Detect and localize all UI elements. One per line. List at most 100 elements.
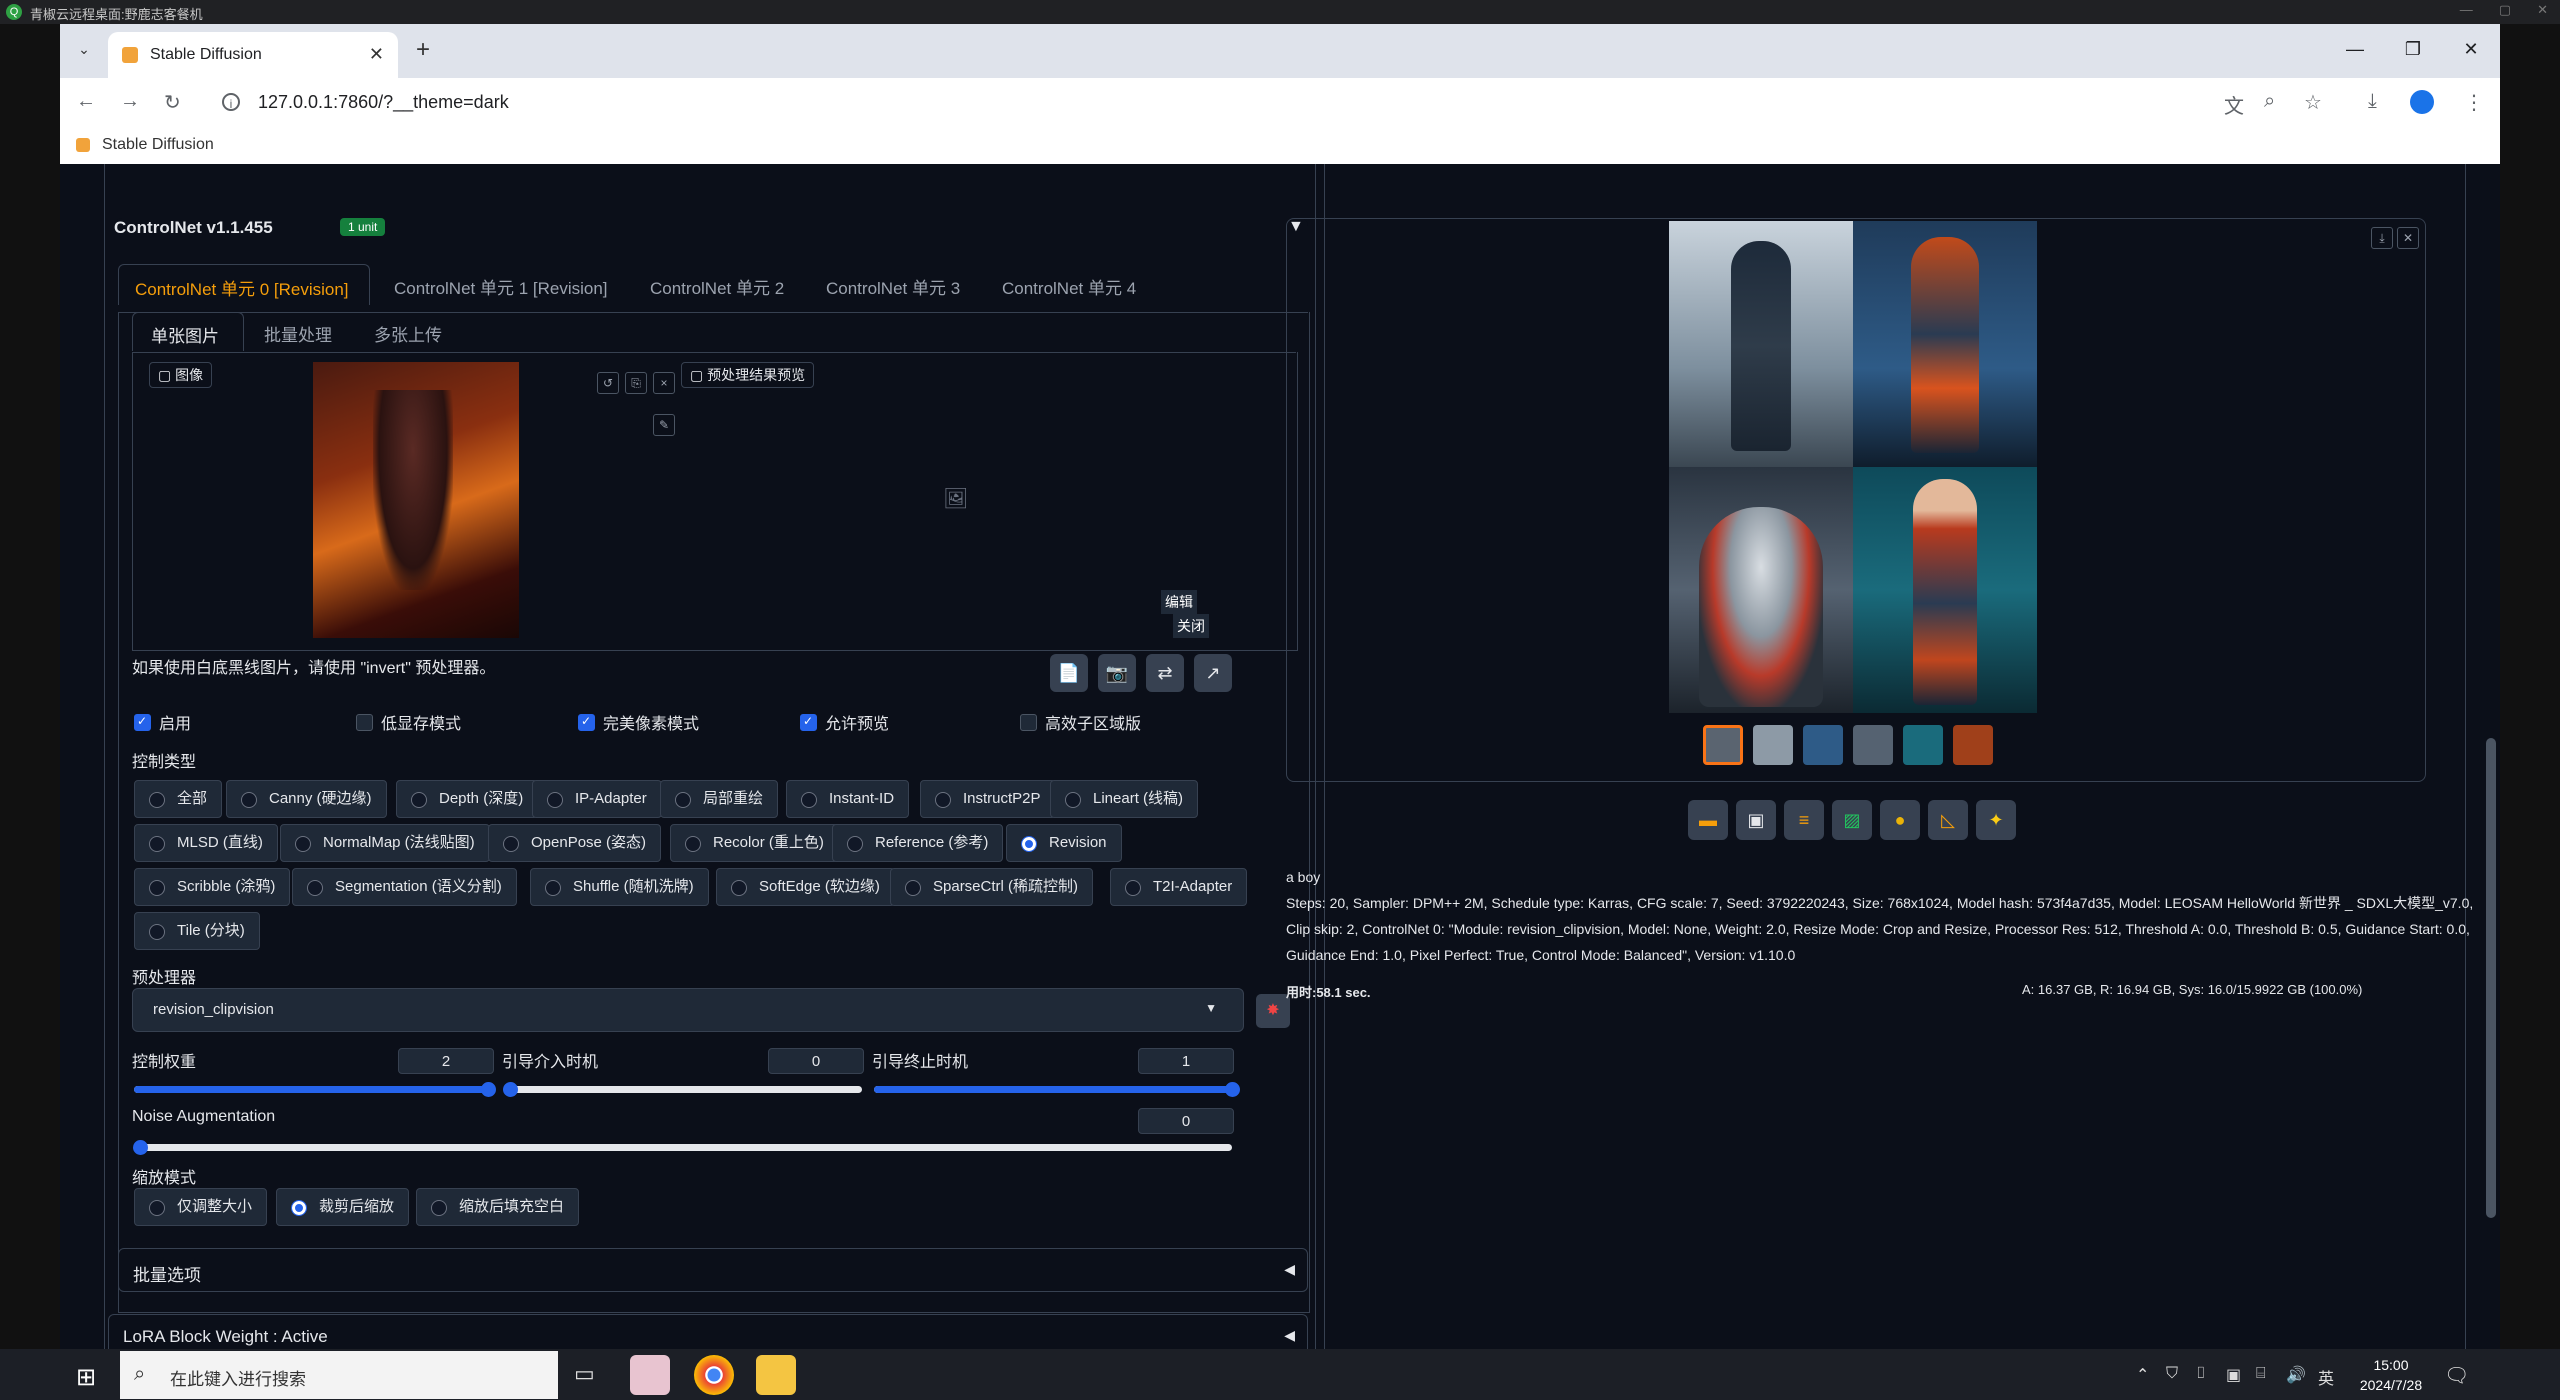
guidance-end-slider-thumb[interactable]: [1225, 1082, 1240, 1097]
control-weight-slider[interactable]: [134, 1082, 496, 1097]
profile-avatar-icon[interactable]: [2410, 90, 2434, 114]
page-scrollbar-thumb[interactable]: [2486, 738, 2496, 1218]
control-type-openpose[interactable]: OpenPose (姿态): [488, 824, 662, 862]
tray-chevron-icon[interactable]: ⌃: [2136, 1365, 2149, 1385]
tray-gpu-icon[interactable]: ▣: [2226, 1365, 2241, 1385]
download-icon[interactable]: ⤓: [2368, 90, 2377, 113]
control-weight-slider-thumb[interactable]: [481, 1082, 496, 1097]
anime-app-icon[interactable]: [630, 1355, 670, 1395]
bookmark-star-icon[interactable]: ☆: [2304, 90, 2322, 115]
tray-shield-icon[interactable]: ⛉: [2166, 1365, 2178, 1383]
control-type-inpaint[interactable]: 局部重绘: [660, 780, 779, 818]
edit-button[interactable]: 编辑: [1161, 590, 1197, 614]
batch-options-accordion[interactable]: 批量选项 ◀: [118, 1248, 1308, 1292]
control-type-shuffle[interactable]: Shuffle (随机洗牌): [530, 868, 709, 906]
site-info-icon[interactable]: i: [222, 93, 240, 111]
rd-minimize-button[interactable]: —: [2460, 2, 2473, 18]
bookmark-stable-diffusion[interactable]: Stable Diffusion: [102, 136, 214, 154]
control-weight-input[interactable]: 2: [398, 1048, 494, 1074]
webcam-icon[interactable]: 📷: [1098, 654, 1136, 692]
guidance-end-input[interactable]: 1: [1138, 1048, 1234, 1074]
windows-start-icon[interactable]: ⊞: [76, 1363, 96, 1392]
control-type-mlsd[interactable]: MLSD (直线): [134, 824, 278, 862]
output-grid-image[interactable]: [1669, 221, 2037, 713]
save-icon[interactable]: ▣: [1736, 800, 1776, 840]
taskbar-clock[interactable]: 15:00 2024/7/28: [2356, 1355, 2426, 1395]
file-explorer-icon[interactable]: [756, 1355, 796, 1395]
tab-unit-0[interactable]: ControlNet 单元 0 [Revision]: [118, 264, 370, 305]
gallery-close-icon[interactable]: ✕: [2397, 227, 2419, 249]
resize-mode-just-resize[interactable]: 仅调整大小: [134, 1188, 268, 1226]
edit-pen-icon[interactable]: ✎: [653, 414, 675, 436]
tab-close-button[interactable]: ✕: [369, 44, 384, 65]
page-scrollbar[interactable]: [2480, 164, 2500, 1349]
noise-augmentation-slider-thumb[interactable]: [133, 1140, 148, 1155]
back-arrow-icon[interactable]: ←: [76, 90, 96, 113]
control-type-ip-adapter[interactable]: IP-Adapter: [532, 780, 662, 818]
noise-augmentation-slider[interactable]: [133, 1140, 1232, 1155]
efficient-region-checkbox[interactable]: 高效子区域版: [1020, 710, 1141, 734]
tray-volume-icon[interactable]: 🔊: [2286, 1365, 2306, 1385]
new-canvas-icon[interactable]: 📄: [1050, 654, 1088, 692]
run-preprocessor-icon[interactable]: ✸: [1256, 994, 1290, 1028]
control-type-instructp2p[interactable]: InstructP2P: [920, 780, 1056, 818]
ruler-icon[interactable]: ◺: [1928, 800, 1968, 840]
control-type-revision[interactable]: Revision: [1006, 824, 1122, 862]
undo-icon[interactable]: ↺: [597, 372, 619, 394]
restore-button[interactable]: ❐: [2384, 24, 2442, 74]
tab-search-button[interactable]: ⌄: [72, 37, 96, 61]
tab-batch[interactable]: 批量处理: [264, 321, 332, 346]
tab-single-image[interactable]: 单张图片: [132, 312, 244, 351]
noise-augmentation-input[interactable]: 0: [1138, 1108, 1234, 1134]
translate-icon[interactable]: ⽂: [2224, 90, 2244, 119]
tray-usb-icon[interactable]: ⌷: [2196, 1365, 2206, 1383]
control-type-reference[interactable]: Reference (参考): [832, 824, 1004, 862]
control-type-recolor[interactable]: Recolor (重上色): [670, 824, 839, 862]
address-bar[interactable]: i 127.0.0.1:7860/?__theme=dark: [206, 84, 2246, 122]
clear-icon[interactable]: ×: [653, 372, 675, 394]
resize-mode-resize-fill[interactable]: 缩放后填充空白: [416, 1188, 580, 1226]
control-type-depth[interactable]: Depth (深度): [396, 780, 539, 818]
gallery-thumb-grid[interactable]: [1703, 725, 1743, 765]
minimize-button[interactable]: —: [2326, 24, 2384, 74]
task-view-icon[interactable]: ▭: [574, 1361, 595, 1387]
control-type-softedge[interactable]: SoftEdge (软边缘): [716, 868, 895, 906]
swap-icon[interactable]: ⇄: [1146, 654, 1184, 692]
taskbar-search-box[interactable]: ⌕ 在此键入进行搜索: [120, 1351, 558, 1399]
control-type-t2i-adapter[interactable]: T2I-Adapter: [1110, 868, 1248, 906]
gallery-thumb-4[interactable]: [1903, 725, 1943, 765]
new-tab-button[interactable]: +: [416, 36, 430, 64]
browser-tab[interactable]: Stable Diffusion ✕: [108, 32, 398, 78]
guidance-start-slider[interactable]: [503, 1082, 862, 1097]
forward-arrow-icon[interactable]: →: [120, 90, 140, 113]
tab-unit-3[interactable]: ControlNet 单元 3: [826, 274, 960, 299]
low-vram-checkbox[interactable]: 低显存模式: [356, 710, 461, 734]
guidance-end-slider[interactable]: [874, 1082, 1240, 1097]
control-type-sparsectrl[interactable]: SparseCtrl (稀疏控制): [890, 868, 1094, 906]
guidance-start-slider-thumb[interactable]: [503, 1082, 518, 1097]
menu-dots-icon[interactable]: ⋮: [2464, 90, 2484, 115]
ime-indicator[interactable]: 英: [2318, 1365, 2334, 1389]
notification-icon[interactable]: 🗨: [2444, 1363, 2469, 1388]
control-type-normalmap[interactable]: NormalMap (法线贴图): [280, 824, 490, 862]
rd-close-button[interactable]: ✕: [2537, 2, 2548, 18]
lora-block-weight-accordion[interactable]: LoRA Block Weight : Active ◀: [108, 1314, 1308, 1349]
gallery-thumb-source[interactable]: [1953, 725, 1993, 765]
zoom-icon[interactable]: ⌕: [2264, 90, 2275, 113]
rd-maximize-button[interactable]: ▢: [2499, 2, 2511, 18]
control-type-scribble[interactable]: Scribble (涂鸦): [134, 868, 291, 906]
allow-preview-checkbox[interactable]: 允许预览: [800, 710, 889, 734]
control-type-canny[interactable]: Canny (硬边缘): [226, 780, 387, 818]
tab-unit-4[interactable]: ControlNet 单元 4: [1002, 274, 1136, 299]
control-type-all[interactable]: 全部: [134, 780, 223, 818]
close-preview-button[interactable]: 关闭: [1173, 614, 1209, 638]
gallery-thumb-1[interactable]: [1753, 725, 1793, 765]
folder-icon[interactable]: ▬: [1688, 800, 1728, 840]
zip-icon[interactable]: ≡: [1784, 800, 1824, 840]
gallery-thumb-3[interactable]: [1853, 725, 1893, 765]
image-icon[interactable]: ▨: [1832, 800, 1872, 840]
sparkle-icon[interactable]: ✦: [1976, 800, 2016, 840]
tab-unit-2[interactable]: ControlNet 单元 2: [650, 274, 784, 299]
resize-mode-crop-resize[interactable]: 裁剪后缩放: [276, 1188, 410, 1226]
close-window-button[interactable]: ✕: [2442, 24, 2500, 74]
